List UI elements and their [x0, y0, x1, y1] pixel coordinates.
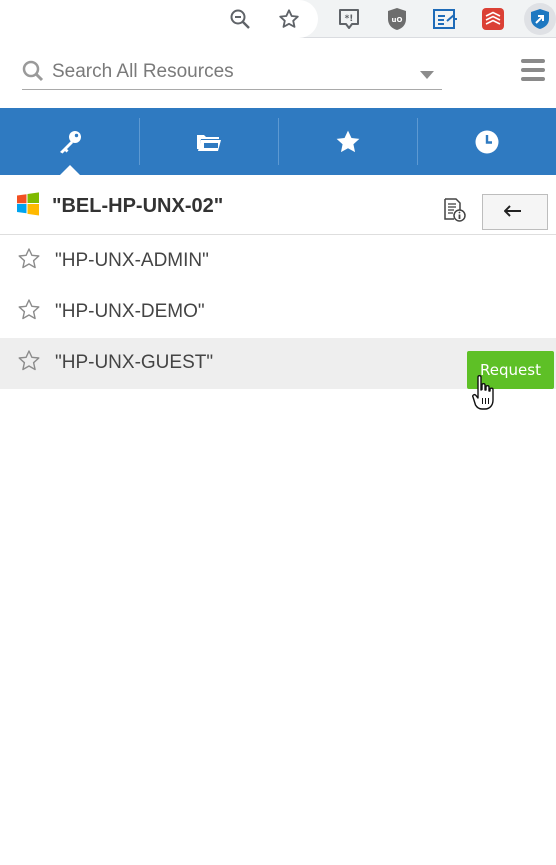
svg-text:*!: *!: [345, 14, 354, 24]
password-manager-icon[interactable]: [524, 3, 556, 35]
back-arrow-icon: [504, 205, 521, 217]
search-input[interactable]: [52, 58, 412, 86]
feedback-extension-icon[interactable]: *!: [335, 5, 363, 33]
request-button[interactable]: Request: [467, 351, 554, 389]
favorite-star-icon[interactable]: [17, 349, 41, 373]
share-extension-icon[interactable]: [431, 5, 459, 33]
bookmark-star-icon[interactable]: [275, 5, 303, 33]
star-icon: [336, 130, 359, 152]
folders-icon: [196, 134, 221, 151]
key-icon: [59, 130, 81, 153]
search-icon: [22, 60, 44, 82]
tab-resources[interactable]: [0, 108, 139, 175]
favorite-star-icon[interactable]: [17, 298, 41, 322]
account-name: "HP-UNX-DEMO": [55, 301, 205, 322]
account-row[interactable]: "HP-UNX-ADMIN": [0, 236, 556, 287]
todoist-icon[interactable]: [479, 5, 507, 33]
search-dropdown-caret-icon[interactable]: [420, 71, 434, 79]
favorite-star-icon[interactable]: [17, 247, 41, 271]
tab-recent[interactable]: [417, 108, 556, 175]
resource-title: "BEL-HP-UNX-02": [52, 195, 224, 217]
account-name: "HP-UNX-ADMIN": [55, 250, 209, 271]
search-bar: [22, 56, 442, 90]
clock-icon: [475, 130, 498, 153]
tab-favorites[interactable]: [278, 108, 417, 175]
ublock-origin-icon[interactable]: uO: [383, 5, 411, 33]
resource-header: "BEL-HP-UNX-02": [0, 176, 556, 235]
svg-text:uO: uO: [392, 16, 403, 24]
account-list: "HP-UNX-ADMIN" "HP-UNX-DEMO" "HP-UNX-GUE…: [0, 236, 556, 389]
hamburger-menu-icon[interactable]: [521, 59, 545, 81]
address-bar-end[interactable]: [0, 0, 318, 38]
windows-logo-icon: [17, 192, 39, 216]
zoom-out-icon[interactable]: [226, 5, 254, 33]
navigation-tabs: [0, 108, 556, 175]
account-name: "HP-UNX-GUEST": [55, 352, 214, 373]
tab-groups[interactable]: [139, 108, 278, 175]
account-row[interactable]: "HP-UNX-GUEST" Request: [0, 338, 556, 389]
account-row[interactable]: "HP-UNX-DEMO": [0, 287, 556, 338]
browser-toolbar: *! uO: [0, 0, 556, 38]
back-button[interactable]: [482, 194, 548, 230]
resource-details-icon[interactable]: [442, 198, 466, 222]
